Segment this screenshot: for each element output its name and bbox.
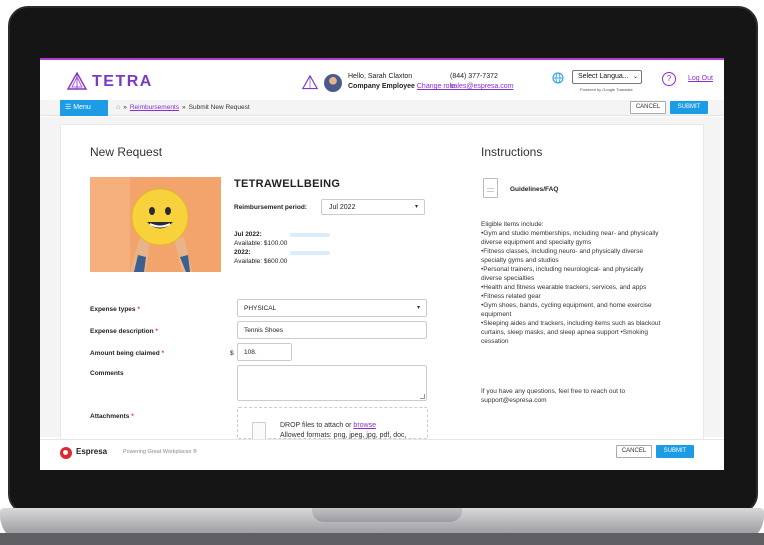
- smiley-balloon-photo: [90, 177, 221, 272]
- instruction-item: •Gym shoes, bands, cycling equipment, an…: [481, 302, 652, 318]
- hamburger-icon: ☰: [65, 104, 72, 111]
- help-icon[interactable]: ?: [662, 72, 676, 86]
- instruction-item: •Sleeping aides and trackers, including …: [481, 320, 661, 345]
- guidelines-link[interactable]: Guidelines/FAQ: [510, 186, 558, 193]
- breadcrumb: ⌂ » Reimbursements » Submit New Request: [116, 104, 250, 111]
- footer-submit-button[interactable]: SUBMIT: [656, 445, 694, 458]
- footer-cancel-button[interactable]: CANCEL: [616, 445, 652, 458]
- comments-textarea[interactable]: [237, 365, 427, 401]
- period-select[interactable]: Jul 2022 ▾: [321, 199, 425, 215]
- espresa-brand: Espresa: [76, 447, 108, 456]
- instructions-list: Eligible items include: •Gym and studio …: [481, 220, 665, 346]
- instructions-intro: Eligible items include:: [481, 221, 544, 228]
- document-icon: [252, 422, 266, 440]
- resize-handle-icon[interactable]: [420, 394, 425, 399]
- chevron-down-icon: ▾: [414, 204, 418, 210]
- required-mark: *: [155, 328, 158, 335]
- expense-type-label: Expense types *: [90, 306, 140, 313]
- chevron-down-icon: ▾: [416, 305, 420, 311]
- instruction-item: •Gym and studio memberships, including n…: [481, 230, 659, 246]
- tetra-logo[interactable]: TETRA: [67, 72, 153, 92]
- logo-text: TETRA: [92, 73, 153, 90]
- attachments-label: Attachments *: [90, 413, 134, 420]
- globe-icon: [552, 72, 564, 84]
- period-label: Reimbursement period:: [234, 204, 307, 211]
- home-icon[interactable]: ⌂: [116, 104, 120, 111]
- laptop-mockup: TETRA Hello, Sarah Claxton Company Emplo…: [0, 0, 764, 545]
- avail-year-label: 2022:: [234, 249, 251, 256]
- breadcrumb-separator: »: [182, 104, 186, 111]
- laptop-notch: [312, 508, 462, 522]
- description-input[interactable]: Tennis Shoes: [237, 321, 427, 339]
- program-name: TETRAWELLBEING: [234, 178, 341, 190]
- sales-email-link[interactable]: sales@espresa.com: [450, 83, 514, 90]
- avail-year-value: Available: $600.00: [234, 258, 288, 265]
- browse-link[interactable]: browse: [353, 422, 376, 429]
- user-info: Hello, Sarah Claxton Company Employee Ch…: [302, 72, 455, 92]
- period-value: Jul 2022: [329, 204, 356, 211]
- tetra-small-icon: [302, 75, 318, 90]
- currency-symbol: $: [230, 350, 234, 357]
- language-select[interactable]: Select Langua... ⌄: [572, 70, 642, 84]
- top-accent-bar: [40, 58, 724, 60]
- tetra-logo-icon: [67, 72, 87, 90]
- drop-instructions: DROP files to attach or: [280, 422, 352, 429]
- amount-label: Amount being claimed *: [90, 350, 164, 357]
- expense-type-value: PHYSICAL: [244, 305, 277, 312]
- required-mark: *: [161, 350, 165, 357]
- comments-label: Comments: [90, 370, 124, 377]
- laptop-base-shadow: [0, 533, 764, 545]
- expense-type-select[interactable]: PHYSICAL ▾: [237, 299, 427, 317]
- amount-label-text: Amount being claimed: [90, 350, 160, 357]
- page-title: New Request: [90, 145, 163, 159]
- support-contact: If you have any questions, feel free to …: [481, 388, 626, 404]
- phone: (844) 377-7372: [450, 73, 498, 80]
- user-role: Company Employee: [348, 83, 415, 90]
- required-mark: *: [137, 306, 140, 313]
- required-mark: *: [131, 413, 134, 420]
- description-label: Expense description *: [90, 328, 158, 335]
- language-select-value: Select Langua...: [578, 73, 629, 80]
- menu-button[interactable]: ☰ Menu: [60, 100, 108, 116]
- avail-month-label: Jul 2022:: [234, 231, 262, 238]
- expense-type-label-text: Expense types: [90, 306, 136, 313]
- app-screen: TETRA Hello, Sarah Claxton Company Emplo…: [40, 58, 724, 470]
- cancel-button[interactable]: CANCEL: [630, 101, 666, 114]
- availability: Jul 2022: Available: $100.00 2022: Avail…: [234, 230, 287, 266]
- menu-label: Menu: [73, 104, 91, 111]
- document-icon[interactable]: [483, 178, 498, 198]
- powered-by-google: Powered by Google Translate: [580, 87, 633, 92]
- instruction-item: •Health and fitness wearable trackers, s…: [481, 284, 647, 300]
- avail-year-bar: [290, 251, 330, 255]
- logout-link[interactable]: Log Out: [688, 75, 713, 82]
- espresa-logo-icon: [60, 447, 72, 459]
- breadcrumb-current: Submit New Request: [188, 104, 250, 111]
- avatar[interactable]: [324, 74, 342, 92]
- submit-button[interactable]: SUBMIT: [670, 101, 708, 114]
- breadcrumb-separator: »: [123, 104, 127, 111]
- greeting: Hello, Sarah Claxton: [348, 73, 413, 80]
- amount-input[interactable]: 108.: [237, 343, 292, 361]
- instruction-item: •Fitness classes, including neuro- and p…: [481, 248, 643, 264]
- espresa-tagline: Powering Great Workplaces ®: [123, 449, 197, 455]
- dropzone-text: DROP files to attach or browse Allowed f…: [280, 421, 406, 441]
- instruction-item: •Personal trainers, including neurologic…: [481, 266, 644, 282]
- contact-info: (844) 377-7372 sales@espresa.com: [450, 72, 514, 92]
- avail-month-bar: [290, 233, 330, 237]
- chevron-down-icon: ⌄: [632, 74, 638, 80]
- breadcrumb-reimbursements[interactable]: Reimbursements: [130, 104, 179, 111]
- avail-month-value: Available: $100.00: [234, 240, 288, 247]
- description-label-text: Expense description: [90, 328, 154, 335]
- attachments-label-text: Attachments: [90, 413, 130, 420]
- instructions-title: Instructions: [481, 145, 543, 159]
